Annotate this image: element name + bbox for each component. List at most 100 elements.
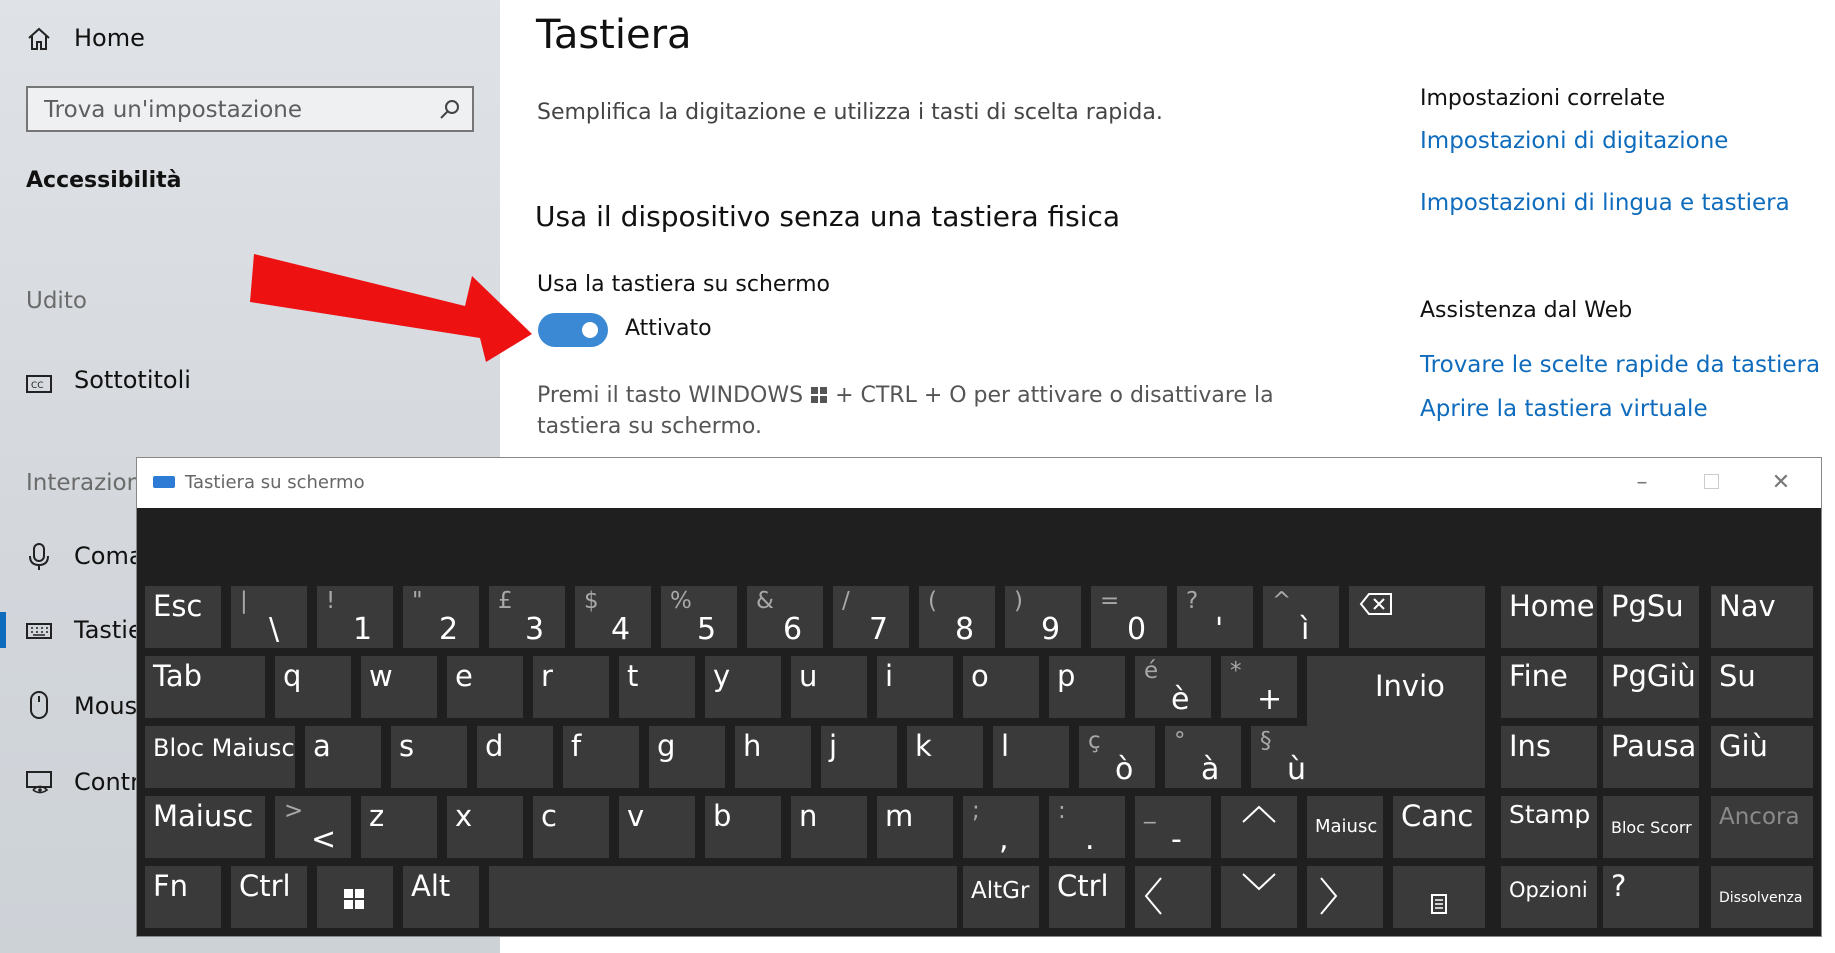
search-icon[interactable] [438, 98, 462, 122]
key-fn[interactable]: Fn [145, 866, 221, 928]
key-arrow-up[interactable] [1221, 796, 1297, 858]
key-su[interactable]: Su [1711, 656, 1813, 718]
key-a[interactable]: a [305, 726, 381, 788]
key-pgsu[interactable]: PgSu [1603, 586, 1699, 648]
key-arrow-right[interactable] [1307, 866, 1383, 928]
key-4[interactable]: $4 [575, 586, 651, 648]
key-backspace[interactable] [1349, 586, 1485, 648]
key-8[interactable]: (8 [919, 586, 995, 648]
key-s[interactable]: s [391, 726, 467, 788]
key-j[interactable]: j [821, 726, 897, 788]
key-pggiu[interactable]: PgGiù [1603, 656, 1699, 718]
key-ancora[interactable]: Ancora [1711, 796, 1813, 858]
key-context-menu[interactable] [1393, 866, 1485, 928]
key-left-ctrl[interactable]: Ctrl [231, 866, 307, 928]
link-scelte-rapide[interactable]: Trovare le scelte rapide da tastiera [1420, 352, 1820, 378]
key-t[interactable]: t [619, 656, 695, 718]
key-fine[interactable]: Fine [1501, 656, 1597, 718]
key-windows[interactable] [317, 866, 393, 928]
key-5[interactable]: % 5 [661, 586, 737, 648]
link-impostazioni-lingua[interactable]: Impostazioni di lingua e tastiera [1420, 190, 1790, 216]
key-stamp[interactable]: Stamp [1501, 796, 1597, 858]
minimize-button[interactable]: – [1624, 466, 1660, 500]
key-o[interactable]: o [963, 656, 1039, 718]
key-o-grave[interactable]: çò [1079, 726, 1155, 788]
key-caps-lock[interactable]: Bloc Maiusc [145, 726, 295, 788]
key-p[interactable]: p [1049, 656, 1125, 718]
key-alt[interactable]: Alt [403, 866, 479, 928]
key-x[interactable]: x [447, 796, 523, 858]
web-help-heading: Assistenza dal Web [1420, 298, 1633, 323]
search-input[interactable] [28, 88, 436, 132]
key-a-grave[interactable]: ° à [1165, 726, 1241, 788]
key-u[interactable]: u [791, 656, 867, 718]
link-tastiera-virtuale[interactable]: Aprire la tastiera virtuale [1420, 396, 1708, 422]
key-left-shift[interactable]: Maiusc [145, 796, 265, 858]
key-pausa[interactable]: Pausa [1603, 726, 1699, 788]
key-r[interactable]: r [533, 656, 609, 718]
key-w[interactable]: w [361, 656, 437, 718]
key-right-shift[interactable]: Maiusc [1307, 796, 1383, 858]
key-invio[interactable]: Invio [1307, 656, 1485, 788]
key-6[interactable]: & 6 [747, 586, 823, 648]
key-less-than[interactable]: > < [275, 796, 351, 858]
key-3[interactable]: £3 [489, 586, 565, 648]
key-dissolvenza[interactable]: Dissolvenza [1711, 866, 1813, 928]
key-n[interactable]: n [791, 796, 867, 858]
key-e-grave[interactable]: éè [1135, 656, 1211, 718]
onscreen-keyboard-toggle[interactable] [538, 313, 608, 347]
keyboard-app-icon [153, 476, 175, 488]
key-canc[interactable]: Canc [1393, 796, 1485, 858]
key-c[interactable]: c [533, 796, 609, 858]
key-home[interactable]: Home [1501, 586, 1597, 648]
key-backslash[interactable]: | \ [231, 586, 307, 648]
link-impostazioni-digitazione[interactable]: Impostazioni di digitazione [1420, 128, 1728, 154]
key-1[interactable]: ! 1 [317, 586, 393, 648]
key-q[interactable]: q [275, 656, 351, 718]
sidebar-item-sottotitoli[interactable]: CC Sottotitoli [26, 366, 496, 406]
key-help[interactable]: ? [1603, 866, 1699, 928]
key-9[interactable]: ) 9 [1005, 586, 1081, 648]
key-apostrophe[interactable]: ? ' [1177, 586, 1253, 648]
key-esc[interactable]: Esc [145, 586, 221, 648]
key-l[interactable]: l [993, 726, 1069, 788]
key-right-ctrl[interactable]: Ctrl [1049, 866, 1125, 928]
key-m[interactable]: m [877, 796, 953, 858]
key-dash[interactable]: _ - [1135, 796, 1211, 858]
key-2[interactable]: " 2 [403, 586, 479, 648]
key-u-grave[interactable]: § ù [1251, 726, 1327, 788]
key-i-grave[interactable]: ^ ì [1263, 586, 1339, 648]
key-period[interactable]: :. [1049, 796, 1125, 858]
key-b[interactable]: b [705, 796, 781, 858]
key-g[interactable]: g [649, 726, 725, 788]
osk-titlebar: Tastiera su schermo – ✕ [137, 458, 1821, 508]
search-box[interactable] [26, 86, 474, 132]
key-f[interactable]: f [563, 726, 639, 788]
key-0[interactable]: = 0 [1091, 586, 1167, 648]
key-y[interactable]: y [705, 656, 781, 718]
key-z[interactable]: z [361, 796, 437, 858]
key-plus[interactable]: * + [1221, 656, 1297, 718]
onscreen-keyboard-window: Tastiera su schermo – ✕ Esc | \ ! 1 " 2 £3 … [137, 458, 1821, 936]
key-i[interactable]: i [877, 656, 953, 718]
maximize-button[interactable] [1693, 466, 1729, 500]
page-title: Tastiera [536, 12, 692, 58]
close-button[interactable]: ✕ [1763, 466, 1799, 500]
key-e[interactable]: e [447, 656, 523, 718]
key-nav[interactable]: Nav [1711, 586, 1813, 648]
key-v[interactable]: v [619, 796, 695, 858]
key-tab[interactable]: Tab [145, 656, 265, 718]
key-space[interactable] [489, 866, 957, 928]
key-comma[interactable]: ;, [963, 796, 1039, 858]
key-7[interactable]: /7 [833, 586, 909, 648]
key-h[interactable]: h [735, 726, 811, 788]
key-bloc-scorr[interactable]: Bloc Scorr [1603, 796, 1699, 858]
key-ins[interactable]: Ins [1501, 726, 1597, 788]
key-altgr[interactable]: AltGr [963, 866, 1039, 928]
key-arrow-left[interactable] [1135, 866, 1211, 928]
key-arrow-down[interactable] [1221, 866, 1297, 928]
key-opzioni[interactable]: Opzioni [1501, 866, 1597, 928]
key-k[interactable]: k [907, 726, 983, 788]
key-d[interactable]: d [477, 726, 553, 788]
key-giu[interactable]: Giù [1711, 726, 1813, 788]
